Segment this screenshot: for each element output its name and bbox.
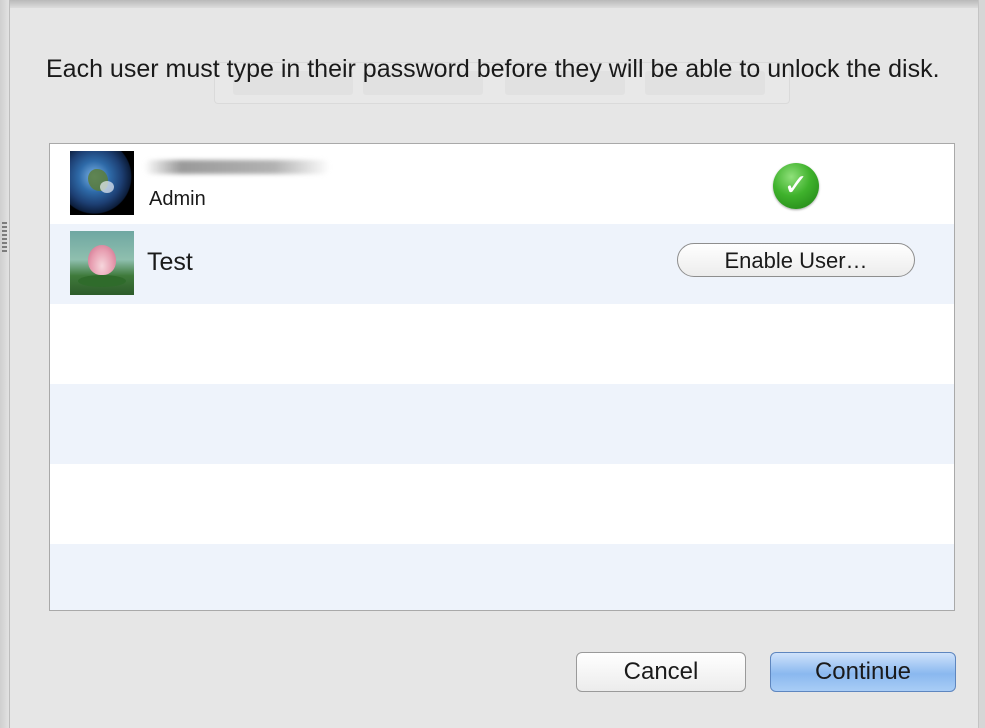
empty-row [50,464,954,544]
user-list[interactable]: Admin ✓ Test Enable User… [49,143,955,611]
earth-icon [70,151,134,215]
empty-row [50,384,954,464]
list-item[interactable]: Admin ✓ [50,144,954,224]
cancel-button[interactable]: Cancel [576,652,746,692]
window-right-edge [978,0,985,728]
lotus-icon [70,231,134,295]
checkmark-icon: ✓ [773,163,819,209]
user-name: Test [147,248,193,276]
redacted-username [144,160,330,174]
continue-button[interactable]: Continue [770,652,956,692]
empty-row [50,304,954,384]
enable-user-button[interactable]: Enable User… [677,243,915,277]
empty-row [50,544,954,610]
list-item[interactable]: Test Enable User… [50,224,954,304]
instruction-text: Each user must type in their password be… [46,55,940,83]
window-top-edge [0,0,985,8]
user-role: Admin [149,188,206,210]
window-left-edge [0,0,10,728]
resize-grip [2,222,7,252]
